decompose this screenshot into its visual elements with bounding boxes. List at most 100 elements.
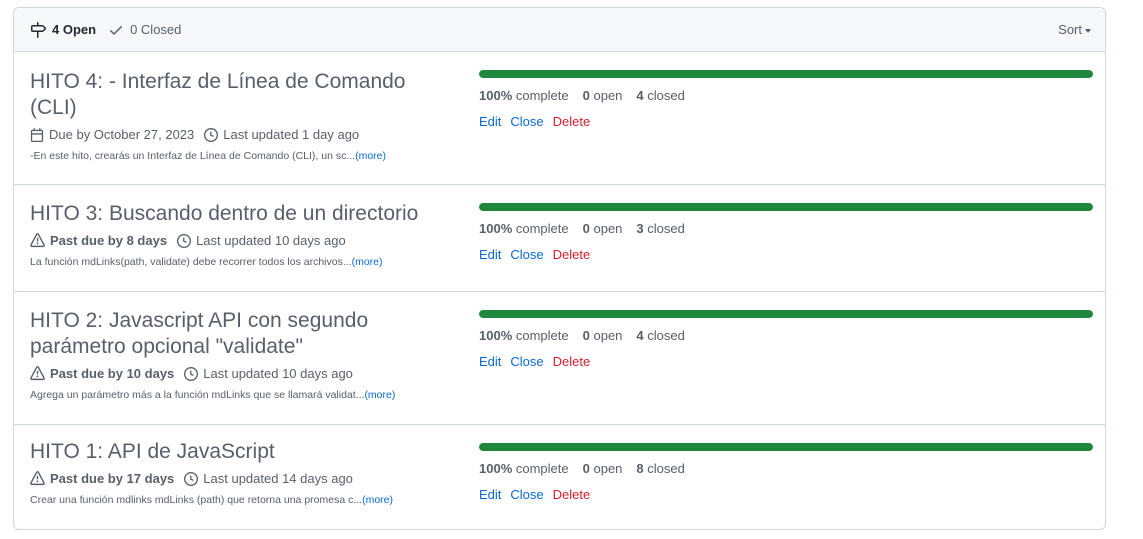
edit-link[interactable]: Edit: [479, 247, 501, 262]
open-label: open: [593, 221, 623, 236]
last-updated: Last updated 10 days ago: [184, 366, 353, 381]
delete-link[interactable]: Delete: [553, 487, 591, 502]
due-text: Past due by 8 days: [50, 233, 168, 248]
closed-filter-tab[interactable]: 0 Closed: [108, 22, 181, 38]
open-stat[interactable]: 0 open: [583, 88, 623, 103]
closed-stat[interactable]: 4 closed: [636, 88, 684, 103]
complete-label: complete: [515, 88, 569, 103]
closed-count: 4: [636, 328, 644, 343]
closed-count: 3: [636, 221, 644, 236]
caret-down-icon: [1085, 28, 1091, 33]
progress-bar: [479, 70, 1093, 78]
milestones-box: 4 Open 0 Closed Sort HITO 4: - Interfaz …: [13, 7, 1106, 530]
clock-icon: [184, 366, 203, 381]
progress-bar-fill: [479, 70, 1093, 78]
milestone-meta: Past due by 17 days Last updated 14 days…: [30, 471, 450, 486]
progress-bar-fill: [479, 443, 1093, 451]
milestone-icon: [31, 21, 46, 38]
milestone-actions: Edit Close Delete: [479, 247, 1093, 262]
edit-link[interactable]: Edit: [479, 487, 501, 502]
sort-dropdown[interactable]: Sort: [1058, 22, 1091, 37]
milestone-info: HITO 1: API de JavaScript Past due by 17…: [30, 439, 450, 506]
milestone-stats: 100% complete 0 open 4 closed: [479, 328, 1093, 343]
open-stat[interactable]: 0 open: [583, 461, 623, 476]
open-count: 0: [582, 88, 590, 103]
close-link[interactable]: Close: [510, 114, 543, 129]
due-date: Past due by 10 days: [30, 366, 174, 381]
more-link[interactable]: (more): [364, 389, 395, 401]
complete-stat: 100% complete: [479, 221, 569, 236]
progress-bar: [479, 443, 1093, 451]
complete-stat: 100% complete: [479, 328, 569, 343]
milestone-actions: Edit Close Delete: [479, 487, 1093, 502]
description-text: La función mdLinks(path, validate) debe …: [30, 256, 352, 268]
open-count: 0: [582, 221, 590, 236]
milestone-progress-area: 100% complete 0 open 3 closed Edit Close…: [479, 203, 1093, 262]
milestone-description: -En este hito, crearás un Interfaz de Lí…: [30, 150, 450, 162]
milestone-row: HITO 3: Buscando dentro de un directorio…: [14, 185, 1105, 292]
milestone-title-link[interactable]: HITO 3: Buscando dentro de un directorio: [30, 201, 450, 227]
edit-link[interactable]: Edit: [479, 354, 501, 369]
closed-label: closed: [647, 221, 685, 236]
closed-count-label: 0 Closed: [130, 22, 182, 37]
closed-label: closed: [647, 461, 685, 476]
clock-icon: [177, 233, 196, 248]
updated-text: Last updated 10 days ago: [203, 366, 353, 381]
delete-link[interactable]: Delete: [553, 354, 591, 369]
open-label: open: [593, 328, 623, 343]
milestone-meta: Due by October 27, 2023 Last updated 1 d…: [30, 127, 450, 142]
delete-link[interactable]: Delete: [553, 247, 591, 262]
progress-bar: [479, 310, 1093, 318]
sort-label: Sort: [1058, 22, 1082, 37]
milestone-info: HITO 2: Javascript API con segundo parám…: [30, 308, 450, 401]
milestone-title-link[interactable]: HITO 4: - Interfaz de Línea de Comando (…: [30, 69, 450, 121]
milestone-description: La función mdLinks(path, validate) debe …: [30, 256, 450, 268]
milestone-description: Crear una función mdlinks mdLinks (path)…: [30, 494, 450, 506]
closed-count: 4: [636, 88, 644, 103]
delete-link[interactable]: Delete: [553, 114, 591, 129]
due-date: Due by October 27, 2023: [30, 127, 194, 142]
progress-bar-fill: [479, 203, 1093, 211]
complete-stat: 100% complete: [479, 461, 569, 476]
complete-percent: 100%: [479, 328, 513, 343]
alert-icon: [30, 233, 50, 248]
alert-icon: [30, 366, 50, 381]
complete-label: complete: [515, 461, 569, 476]
open-filter-tab[interactable]: 4 Open: [30, 21, 96, 38]
check-icon: [110, 25, 123, 35]
close-link[interactable]: Close: [510, 354, 543, 369]
open-stat[interactable]: 0 open: [583, 328, 623, 343]
closed-stat[interactable]: 3 closed: [636, 221, 684, 236]
milestones-header: 4 Open 0 Closed Sort: [14, 8, 1105, 52]
close-link[interactable]: Close: [510, 247, 543, 262]
close-link[interactable]: Close: [510, 487, 543, 502]
closed-label: closed: [647, 328, 685, 343]
due-text: Past due by 17 days: [50, 471, 175, 486]
complete-percent: 100%: [479, 461, 513, 476]
open-stat[interactable]: 0 open: [583, 221, 623, 236]
due-text: Past due by 10 days: [50, 366, 175, 381]
milestone-info: HITO 4: - Interfaz de Línea de Comando (…: [30, 69, 450, 162]
open-label: open: [593, 88, 623, 103]
more-link[interactable]: (more): [362, 494, 393, 506]
milestone-title-link[interactable]: HITO 2: Javascript API con segundo parám…: [30, 308, 450, 360]
milestone-row: HITO 1: API de JavaScript Past due by 17…: [14, 425, 1105, 529]
milestone-progress-area: 100% complete 0 open 4 closed Edit Close…: [479, 70, 1093, 129]
complete-label: complete: [515, 328, 569, 343]
closed-label: closed: [647, 88, 685, 103]
closed-stat[interactable]: 4 closed: [636, 328, 684, 343]
due-date: Past due by 8 days: [30, 233, 167, 248]
milestone-stats: 100% complete 0 open 3 closed: [479, 221, 1093, 236]
milestone-title-link[interactable]: HITO 1: API de JavaScript: [30, 439, 450, 465]
clock-icon: [204, 127, 223, 142]
closed-stat[interactable]: 8 closed: [636, 461, 684, 476]
last-updated: Last updated 10 days ago: [177, 233, 346, 248]
due-text: Due by October 27, 2023: [49, 127, 195, 142]
progress-bar: [479, 203, 1093, 211]
more-link[interactable]: (more): [352, 256, 383, 268]
milestone-row: HITO 2: Javascript API con segundo parám…: [14, 292, 1105, 425]
open-count: 0: [582, 328, 590, 343]
edit-link[interactable]: Edit: [479, 114, 501, 129]
more-link[interactable]: (more): [355, 150, 386, 162]
milestone-progress-area: 100% complete 0 open 8 closed Edit Close…: [479, 443, 1093, 502]
